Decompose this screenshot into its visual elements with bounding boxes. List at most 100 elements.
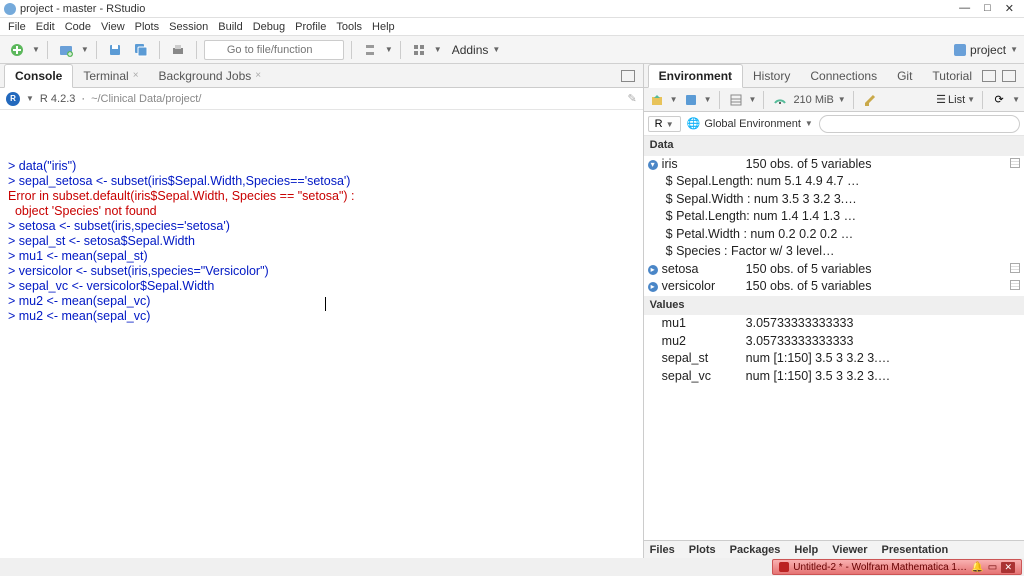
- goto-file-input[interactable]: [204, 40, 344, 60]
- maximize-pane-icon[interactable]: [1002, 70, 1016, 82]
- main-toolbar: ▼ ▼ ↪ ▼ ▼ Addins ▼ project ▼: [0, 36, 1024, 64]
- env-row[interactable]: ▸versicolor150 obs. of 5 variables: [648, 278, 1020, 296]
- project-selector[interactable]: project ▼: [954, 43, 1018, 57]
- r-version-label: R 4.2.3: [40, 93, 75, 105]
- env-row[interactable]: sepal_stnum [1:150] 3.5 3 3.2 3.…: [648, 350, 1020, 368]
- console-line: > mu1 <- mean(sepal_st): [8, 249, 635, 264]
- console-output[interactable]: > data("iris")> sepal_setosa <- subset(i…: [0, 110, 643, 558]
- r-version-dropdown[interactable]: ▼: [26, 94, 34, 103]
- menu-file[interactable]: File: [4, 21, 30, 33]
- tab-presentation[interactable]: Presentation: [882, 544, 949, 556]
- tab-console[interactable]: Console: [4, 64, 73, 88]
- taskbar-close-icon[interactable]: ✕: [1001, 562, 1015, 573]
- clear-workspace-icon[interactable]: [861, 91, 879, 109]
- tab-tutorial[interactable]: Tutorial: [922, 65, 982, 87]
- close-icon[interactable]: ×: [255, 70, 261, 81]
- env-row[interactable]: sepal_vcnum [1:150] 3.5 3 3.2 3.…: [648, 368, 1020, 386]
- grid-button[interactable]: [408, 39, 430, 61]
- env-row[interactable]: ▾iris150 obs. of 5 variables: [648, 156, 1020, 174]
- tab-git[interactable]: Git: [887, 65, 922, 87]
- tab-environment[interactable]: Environment: [648, 64, 743, 88]
- menu-profile[interactable]: Profile: [291, 21, 330, 33]
- menu-help[interactable]: Help: [368, 21, 399, 33]
- env-subrow[interactable]: $ Species : Factor w/ 3 level…: [648, 243, 1020, 261]
- taskbar-item-mathematica[interactable]: Untitled-2 * - Wolfram Mathematica 1… 🔔 …: [772, 559, 1022, 575]
- tab-help[interactable]: Help: [794, 544, 818, 556]
- tab-plots[interactable]: Plots: [689, 544, 716, 556]
- maximize-button[interactable]: □: [984, 2, 991, 15]
- window-title: project - master - RStudio: [20, 3, 145, 15]
- import-dataset-icon[interactable]: [727, 91, 745, 109]
- menu-tools[interactable]: Tools: [332, 21, 366, 33]
- env-row[interactable]: mu13.05733333333333: [648, 315, 1020, 333]
- r-logo-icon: R: [6, 92, 20, 106]
- new-project-button[interactable]: [55, 39, 77, 61]
- titlebar: project - master - RStudio — □ ✕: [0, 0, 1024, 18]
- new-file-button[interactable]: [6, 39, 28, 61]
- environment-data: Data▾iris150 obs. of 5 variables $ Sepal…: [644, 136, 1024, 540]
- menu-view[interactable]: View: [97, 21, 129, 33]
- minimize-button[interactable]: —: [959, 2, 970, 15]
- maximize-pane-icon[interactable]: [621, 70, 635, 82]
- menu-code[interactable]: Code: [61, 21, 95, 33]
- close-icon[interactable]: ×: [133, 70, 139, 81]
- env-search-input[interactable]: [819, 115, 1020, 133]
- env-subrow[interactable]: $ Sepal.Width : num 3.5 3 3.2 3.…: [648, 191, 1020, 209]
- menu-debug[interactable]: Debug: [249, 21, 289, 33]
- open-recent-dropdown[interactable]: ▼: [81, 45, 89, 54]
- save-button[interactable]: [104, 39, 126, 61]
- new-file-dropdown[interactable]: ▼: [32, 45, 40, 54]
- taskbar-min-icon[interactable]: ▭: [987, 562, 997, 573]
- addins-button[interactable]: Addins ▼: [446, 43, 507, 57]
- tab-files[interactable]: Files: [650, 544, 675, 556]
- minimize-pane-icon[interactable]: [982, 70, 996, 82]
- table-icon[interactable]: [1010, 263, 1020, 273]
- menu-session[interactable]: Session: [165, 21, 212, 33]
- expand-icon[interactable]: ▸: [648, 278, 662, 296]
- save-workspace-icon[interactable]: [682, 91, 700, 109]
- close-button[interactable]: ✕: [1005, 2, 1014, 15]
- language-selector[interactable]: R ▼: [648, 116, 681, 132]
- tab-viewer[interactable]: Viewer: [832, 544, 867, 556]
- menu-build[interactable]: Build: [214, 21, 246, 33]
- table-icon[interactable]: [1010, 158, 1020, 168]
- expand-icon[interactable]: ▾: [648, 156, 662, 174]
- tab-background-jobs[interactable]: Background Jobs×: [149, 65, 272, 87]
- console-line: > sepal_st <- setosa$Sepal.Width: [8, 234, 635, 249]
- menu-edit[interactable]: Edit: [32, 21, 59, 33]
- clear-console-icon[interactable]: ✎: [627, 92, 636, 105]
- tab-terminal[interactable]: Terminal×: [73, 65, 148, 87]
- memory-gauge-icon[interactable]: [771, 91, 789, 109]
- save-all-button[interactable]: [130, 39, 152, 61]
- text-cursor-icon: [325, 297, 326, 311]
- tab-connections[interactable]: Connections: [800, 65, 887, 87]
- tab-history[interactable]: History: [743, 65, 800, 87]
- load-workspace-icon[interactable]: [648, 91, 666, 109]
- tools-button[interactable]: [359, 39, 381, 61]
- env-subrow[interactable]: $ Petal.Length: num 1.4 1.4 1.3 …: [648, 208, 1020, 226]
- menu-plots[interactable]: Plots: [131, 21, 163, 33]
- memory-label[interactable]: 210 MiB: [793, 94, 833, 106]
- project-icon: [954, 44, 966, 56]
- env-row[interactable]: ▸setosa150 obs. of 5 variables: [648, 261, 1020, 279]
- env-subrow[interactable]: $ Sepal.Length: num 5.1 4.9 4.7 …: [648, 173, 1020, 191]
- console-line: > sepal_setosa <- subset(iris$Sepal.Widt…: [8, 174, 635, 189]
- console-line: > versicolor <- subset(iris,species="Ver…: [8, 264, 635, 279]
- tab-packages[interactable]: Packages: [730, 544, 781, 556]
- console-line: object 'Species' not found: [8, 204, 635, 219]
- working-dir-label[interactable]: ~/Clinical Data/project/: [91, 93, 201, 105]
- grid-dropdown[interactable]: ▼: [434, 45, 442, 54]
- env-row[interactable]: mu23.05733333333333: [648, 333, 1020, 351]
- view-mode-selector[interactable]: ☰ List ▼: [936, 93, 975, 106]
- environment-scope-selector[interactable]: 🌐 Global Environment ▼: [687, 117, 813, 130]
- print-button[interactable]: [167, 39, 189, 61]
- expand-icon[interactable]: ▸: [648, 261, 662, 279]
- console-line: > mu2 <- mean(sepal_vc): [8, 294, 635, 309]
- menubar: File Edit Code View Plots Session Build …: [0, 18, 1024, 36]
- table-icon[interactable]: [1010, 280, 1020, 290]
- console-info-bar: R ▼ R 4.2.3 · ~/Clinical Data/project/ ✎: [0, 88, 643, 110]
- refresh-icon[interactable]: ⟳: [990, 91, 1008, 109]
- tools-dropdown[interactable]: ▼: [385, 45, 393, 54]
- env-subrow[interactable]: $ Petal.Width : num 0.2 0.2 0.2 …: [648, 226, 1020, 244]
- rstudio-logo-icon: [4, 3, 16, 15]
